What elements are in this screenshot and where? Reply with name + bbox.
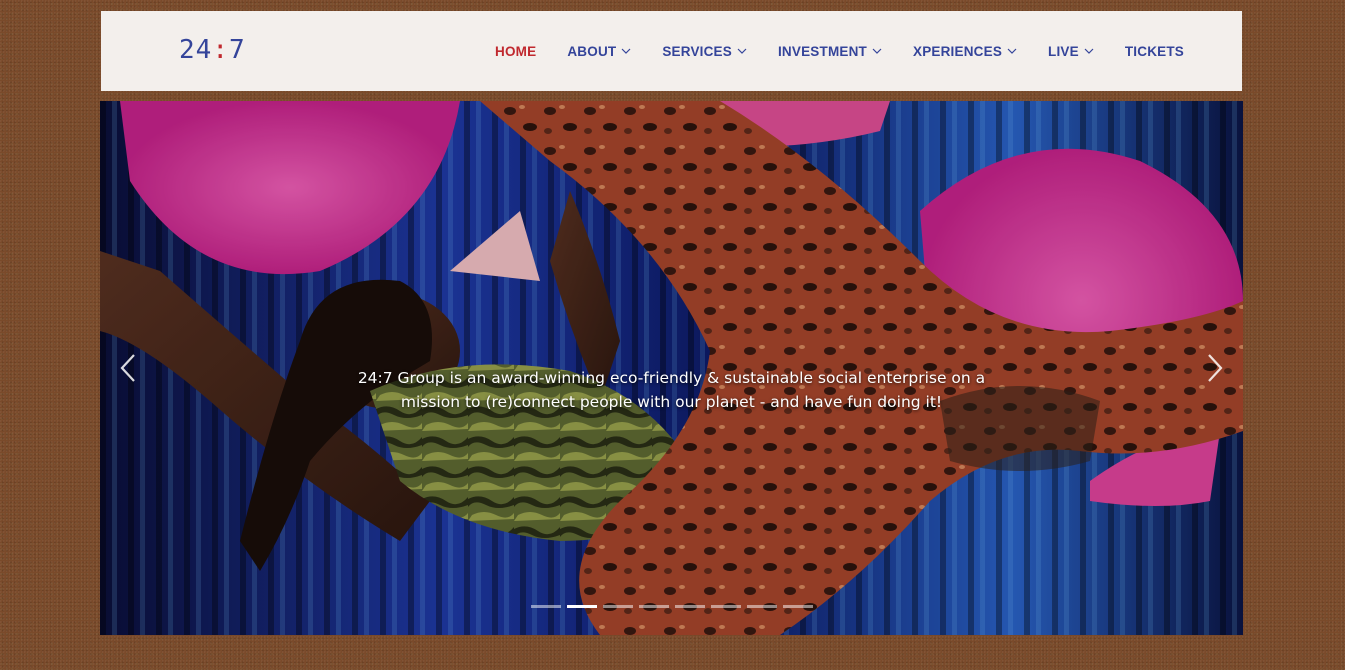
chevron-down-icon [872, 48, 882, 54]
nav-xperiences-label: XPERIENCES [913, 43, 1003, 59]
carousel-indicator-4[interactable] [639, 605, 669, 608]
nav-live-label: LIVE [1048, 43, 1079, 59]
nav-investment-label: INVESTMENT [777, 43, 867, 59]
logo-text-left: 24 [179, 35, 213, 65]
nav-services-label: SERVICES [662, 43, 732, 59]
carousel-indicator-7[interactable] [747, 605, 777, 608]
chevron-down-icon [621, 48, 631, 54]
main-nav: HOME ABOUT SERVICES INVESTMENT XPERIENCE… [464, 11, 1184, 91]
nav-about-label: ABOUT [567, 43, 617, 59]
logo-colon: : [212, 35, 229, 65]
nav-services[interactable]: SERVICES [662, 44, 747, 59]
carousel-indicator-5[interactable] [675, 605, 705, 608]
chevron-down-icon [737, 48, 747, 54]
carousel-indicator-6[interactable] [711, 605, 741, 608]
nav-about[interactable]: ABOUT [567, 44, 631, 59]
carousel-indicator-1[interactable] [531, 605, 561, 608]
nav-home[interactable]: HOME [495, 44, 536, 59]
chevron-left-icon [120, 354, 135, 382]
carousel-indicator-2[interactable] [567, 605, 597, 608]
hero-carousel: 24:7 Group is an award-winning eco-frien… [100, 101, 1243, 635]
carousel-prev-button[interactable] [114, 351, 144, 385]
hero-caption-line-2: mission to (re)connect people with our p… [400, 393, 943, 411]
nav-investment[interactable]: INVESTMENT [778, 44, 882, 59]
nav-tickets-label: TICKETS [1124, 43, 1184, 59]
site-logo[interactable]: 24:7 [179, 37, 246, 63]
nav-xperiences[interactable]: XPERIENCES [913, 44, 1017, 59]
nav-home-label: HOME [495, 43, 537, 59]
nav-tickets[interactable]: TICKETS [1125, 44, 1184, 59]
chevron-down-icon [1007, 48, 1017, 54]
hero-caption-line-1: 24:7 Group is an award-winning eco-frien… [357, 369, 986, 387]
chevron-right-icon [1208, 354, 1223, 382]
site-header: 24:7 HOME ABOUT SERVICES INVESTMENT XPER… [101, 11, 1242, 91]
hero-caption: 24:7 Group is an award-winning eco-frien… [100, 366, 1243, 414]
carousel-next-button[interactable] [1199, 351, 1229, 385]
carousel-indicator-8[interactable] [783, 605, 813, 608]
logo-text-right: 7 [228, 35, 246, 65]
chevron-down-icon [1084, 48, 1094, 54]
carousel-indicators [531, 605, 813, 608]
nav-live[interactable]: LIVE [1048, 44, 1094, 59]
carousel-indicator-3[interactable] [603, 605, 633, 608]
